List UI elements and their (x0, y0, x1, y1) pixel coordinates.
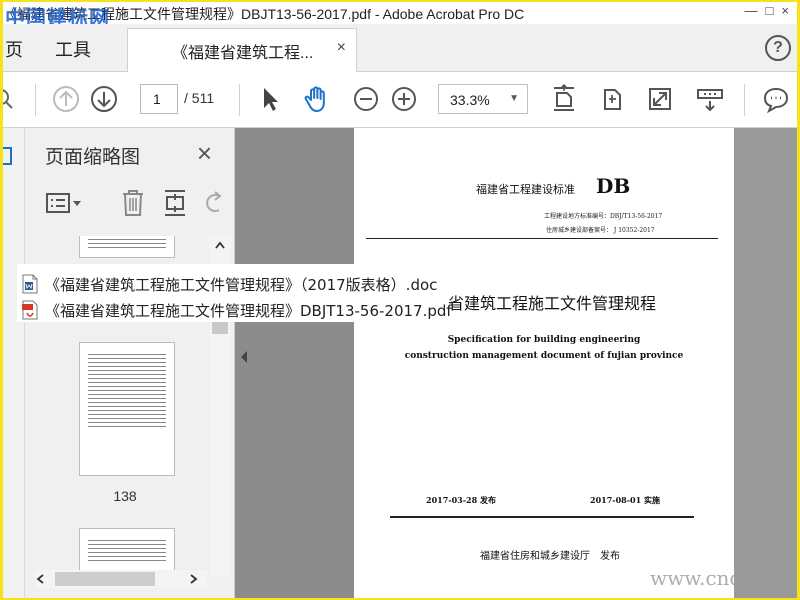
fit-page-icon[interactable] (549, 84, 579, 114)
standard-header: 福建省工程建设标准 (476, 183, 575, 196)
page-total: / 511 (184, 90, 215, 106)
previous-page-icon[interactable] (51, 84, 81, 114)
thumbnail-panel: 页面缩略图 × 138 (25, 128, 235, 598)
horizontal-scrollbar[interactable] (35, 570, 207, 588)
hand-tool-icon[interactable] (302, 84, 332, 114)
title-bar: 《福建省建筑工程施工文件管理规程》DBJT13-56-2017.pdf - Ad… (3, 2, 797, 30)
app-window: 《福建省建筑工程施工文件管理规程》DBJT13-56-2017.pdf - Ad… (3, 2, 797, 598)
maximize-icon[interactable]: □ (766, 3, 774, 18)
full-screen-icon[interactable] (645, 84, 675, 114)
toolbar-divider (35, 84, 36, 116)
select-cursor-icon[interactable] (255, 84, 285, 114)
english-title-line: Specification for building engineering (447, 335, 641, 345)
options-menu-icon[interactable] (45, 190, 85, 218)
zoom-out-icon[interactable] (351, 84, 381, 114)
chevron-up-icon[interactable] (214, 240, 226, 250)
english-title-line: construction management document of fuji… (404, 351, 684, 361)
document-title: 建省建筑工程施工文件管理规程 (432, 294, 657, 313)
close-icon[interactable]: × (781, 3, 789, 18)
minimize-icon[interactable]: — (745, 3, 758, 18)
zoom-value: 33.3% (450, 92, 490, 108)
navigation-rail (3, 128, 25, 598)
fit-width-icon[interactable] (597, 84, 627, 114)
file-name: 《福建省建筑工程施工文件管理规程》（2017版表格）.doc (45, 276, 438, 294)
menu-bar: 页 工具 《福建省建筑工程... × ? (3, 24, 797, 72)
tab-document[interactable]: 《福建省建筑工程... × (127, 28, 357, 72)
pdf-page: 福建省工程建设标准 DB 工程建设地方标准编号：DBJ/T13-56-2017 … (354, 128, 734, 598)
standard-code: 工程建设地方标准编号：DBJ/T13-56-2017 (544, 213, 663, 220)
scrollbar-thumb[interactable] (212, 320, 228, 334)
publisher: 福建省住房和城乡建设厅 发布 (480, 551, 620, 562)
help-icon[interactable]: ? (765, 35, 791, 61)
comment-icon[interactable] (761, 84, 791, 114)
scrollbar-thumb[interactable] (55, 572, 155, 586)
thumbnail-toolbar (25, 178, 235, 234)
file-name: 《福建省建筑工程施工文件管理规程》DBJT13-56-2017.pdf (45, 302, 452, 320)
search-icon[interactable] (3, 84, 19, 114)
word-doc-icon (22, 274, 38, 294)
page-thumbnail-icon[interactable] (3, 146, 13, 166)
page-thumbnail[interactable] (79, 528, 175, 576)
next-page-icon[interactable] (89, 84, 119, 114)
chevron-right-icon[interactable] (187, 573, 199, 585)
toolbar: 1 / 511 33.3% ▼ (3, 72, 797, 128)
collapse-panel-icon[interactable] (239, 350, 249, 364)
window-controls: — □ × (745, 3, 789, 18)
toolbar-divider (239, 84, 240, 116)
zoom-in-icon[interactable] (389, 84, 419, 114)
close-icon[interactable]: × (337, 39, 346, 57)
insert-page-icon[interactable] (161, 188, 189, 218)
close-icon[interactable]: × (197, 138, 212, 169)
file-item[interactable]: 《福建省建筑工程施工文件管理规程》DBJT13-56-2017.pdf (17, 298, 457, 322)
file-item[interactable]: 《福建省建筑工程施工文件管理规程》（2017版表格）.doc (17, 272, 457, 296)
page-thumbnail[interactable] (79, 342, 175, 476)
effective-date: 2017-08-01 实施 (590, 495, 660, 505)
divider (366, 238, 718, 239)
publish-date: 2017-03-28 发布 (426, 495, 496, 505)
pdf-file-icon (22, 300, 38, 320)
zoom-select[interactable]: 33.3% ▼ (438, 84, 528, 114)
panel-title: 页面缩略图 (45, 147, 141, 168)
toolbar-divider (744, 84, 745, 116)
page-number-label: 138 (113, 488, 137, 504)
undo-icon[interactable] (203, 190, 225, 216)
divider (390, 516, 694, 518)
page-gutter (734, 128, 797, 598)
document-viewer[interactable]: 福建省工程建设标准 DB 工程建设地方标准编号：DBJ/T13-56-2017 … (235, 128, 797, 598)
page-thumbnail[interactable] (79, 236, 175, 258)
site-watermark: www.cnda (650, 566, 755, 590)
tab-home[interactable]: 页 (5, 36, 23, 62)
standard-db-mark: DB (596, 174, 631, 198)
file-list-overlay: 《福建省建筑工程施工文件管理规程》（2017版表格）.doc 《福建省建筑工程施… (17, 264, 452, 322)
chevron-left-icon[interactable] (35, 573, 47, 585)
read-mode-icon[interactable] (695, 84, 725, 114)
record-number: 住房城乡建设部备案号： J 10352-2017 (546, 227, 655, 234)
tab-tools[interactable]: 工具 (55, 36, 91, 62)
page-number-input[interactable]: 1 (140, 84, 178, 114)
chevron-down-icon: ▼ (509, 93, 519, 104)
trash-icon[interactable] (119, 188, 147, 218)
document-tab-label: 《福建省建筑工程... (172, 45, 314, 62)
